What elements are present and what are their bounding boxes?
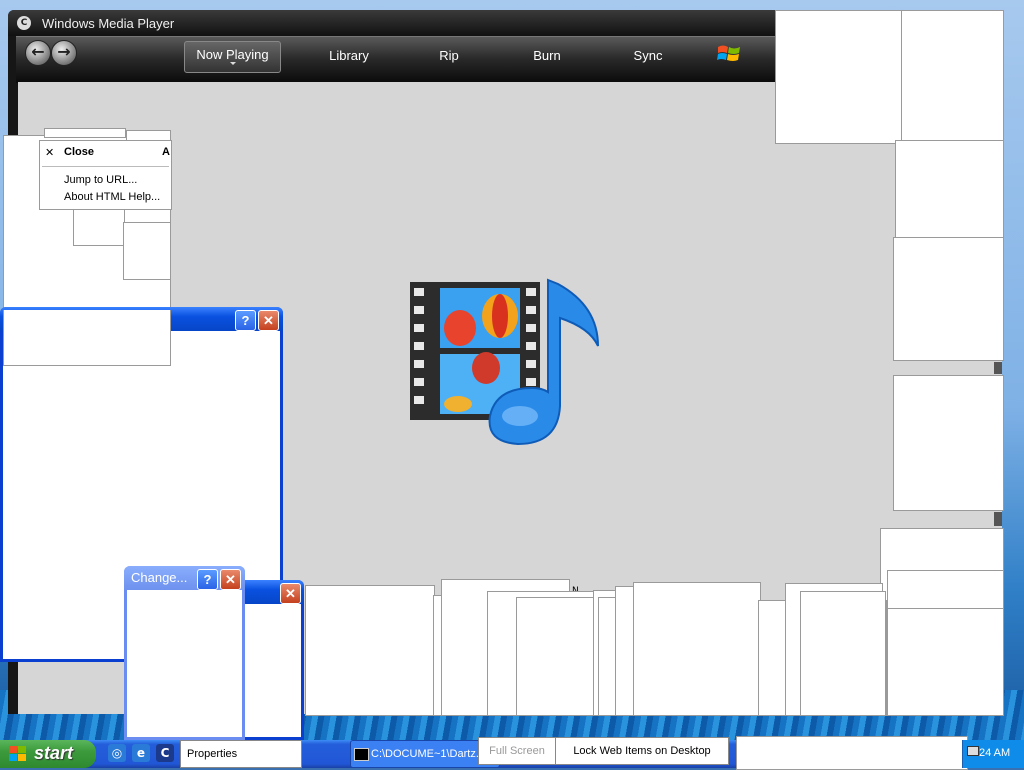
- wmp-window-title: Windows Media Player: [42, 16, 175, 31]
- blank-window-fragment: [516, 597, 596, 716]
- wmp-logo-icon: C: [17, 16, 31, 30]
- windows-flag-icon: [9, 746, 26, 761]
- blank-window-fragment: [633, 582, 761, 716]
- blank-window-fragment: [123, 222, 171, 280]
- cmd-icon: [354, 748, 369, 761]
- close-button[interactable]: ✕: [280, 583, 301, 604]
- taskbar-button-cmd-label: C:\DOCUME~1\Dartz...: [371, 748, 485, 760]
- menu-item-lock-web-items[interactable]: Lock Web Items on Desktop: [555, 737, 729, 765]
- change-dialog-title: Change...: [131, 570, 188, 585]
- chevron-down-icon[interactable]: [229, 62, 236, 65]
- tab-now-playing[interactable]: Now Playing: [184, 41, 281, 73]
- start-button[interactable]: start: [0, 740, 96, 768]
- scrollbar-fragment: [994, 362, 1002, 374]
- quicklaunch-globe-icon[interactable]: ◎: [108, 744, 126, 762]
- taskbar: start ◎ e C Properties C:\DOCUME~1\Dartz…: [0, 736, 1024, 770]
- blank-window-fragment: [887, 608, 1004, 716]
- clock[interactable]: 24 AM: [979, 740, 1010, 766]
- tab-library[interactable]: Library: [312, 43, 386, 73]
- blank-window-fragment: [775, 10, 903, 144]
- tab-burn[interactable]: Burn: [518, 43, 576, 73]
- quicklaunch-media-player-icon[interactable]: C: [156, 744, 174, 762]
- blank-window-fragment: [800, 591, 886, 716]
- change-dialog-title-bar[interactable]: Change... ? ✕: [124, 566, 245, 590]
- blank-window-fragment: [901, 10, 1004, 142]
- start-button-label: start: [34, 743, 74, 763]
- blank-window-fragment: [736, 736, 968, 770]
- media-film-note-icon: [410, 278, 599, 446]
- forward-button[interactable]: →: [51, 40, 77, 66]
- menu-item-close[interactable]: Close: [64, 146, 94, 158]
- blank-window-fragment: [305, 585, 435, 716]
- menu-item-jump-to-url[interactable]: Jump to URL...: [64, 174, 137, 186]
- menu-item-about-html-help[interactable]: About HTML Help...: [64, 191, 160, 203]
- help-button[interactable]: ?: [197, 569, 218, 590]
- tab-rip[interactable]: Rip: [420, 43, 478, 73]
- system-tray: 24 AM: [962, 740, 1024, 768]
- quicklaunch-ie-icon[interactable]: e: [132, 744, 150, 762]
- small-dialog-title-bar[interactable]: ✕: [238, 580, 304, 604]
- change-dialog: Change... ? ✕: [124, 566, 245, 740]
- close-icon: ✕: [45, 146, 55, 159]
- windows-flag-icon[interactable]: [716, 43, 742, 65]
- blank-window-fragment: [893, 237, 1004, 361]
- blank-window-fragment: [44, 128, 126, 138]
- small-dialog-body: [241, 604, 301, 737]
- blank-window-fragment: [893, 375, 1004, 511]
- change-dialog-body: [127, 590, 242, 737]
- tab-now-playing-label: Now Playing: [196, 47, 269, 62]
- close-button[interactable]: ✕: [258, 310, 279, 331]
- close-button[interactable]: ✕: [220, 569, 241, 590]
- taskbar-button-properties[interactable]: Properties: [180, 740, 302, 768]
- menu-item-close-shortcut: A: [162, 146, 170, 158]
- context-menu: ✕ Close A Jump to URL... About HTML Help…: [39, 140, 172, 210]
- help-button[interactable]: ?: [235, 310, 256, 331]
- blank-window-fragment: [895, 140, 1004, 238]
- small-dialog: ✕: [238, 580, 304, 740]
- tab-sync[interactable]: Sync: [618, 43, 678, 73]
- menu-item-full-screen[interactable]: Full Screen: [478, 737, 556, 765]
- scrollbar-fragment: [994, 512, 1002, 526]
- blank-window-fragment: [3, 310, 171, 366]
- tray-network-icon[interactable]: [967, 746, 979, 756]
- back-button[interactable]: ←: [25, 40, 51, 66]
- menu-separator: [42, 166, 169, 167]
